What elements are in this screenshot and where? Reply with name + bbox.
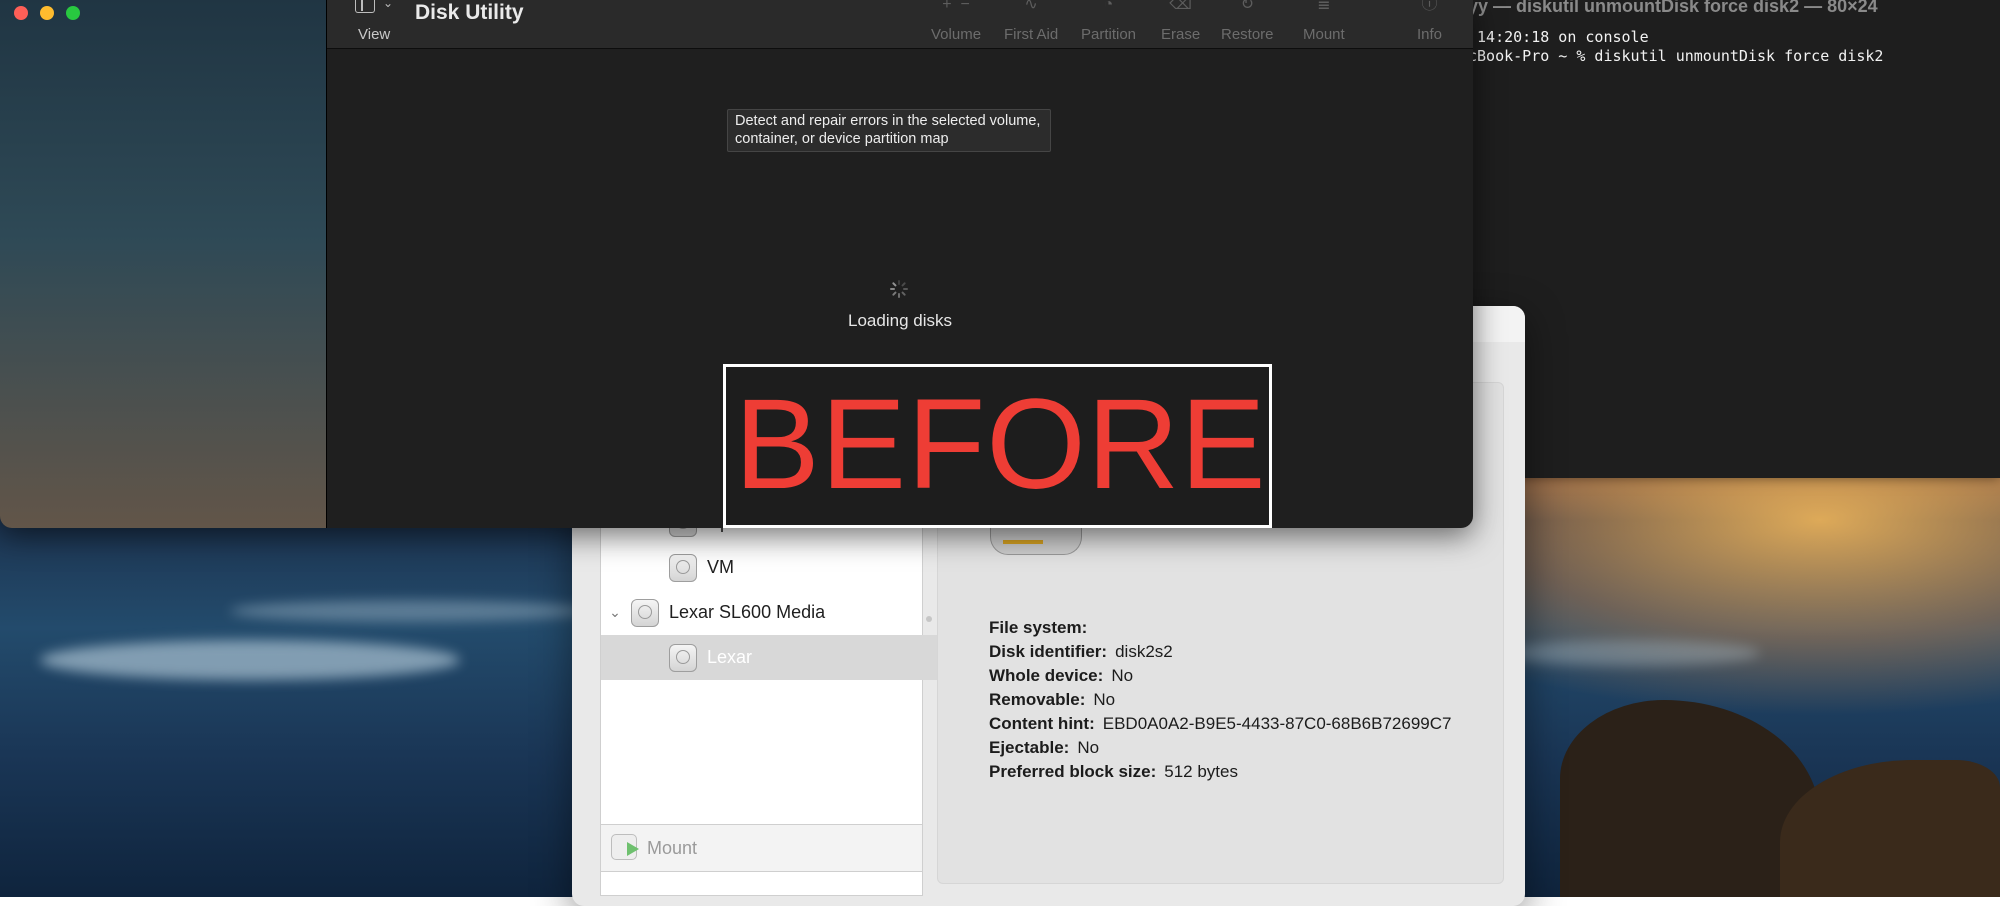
spinner-tick: [903, 288, 908, 290]
sidebar-item-label: VM: [707, 557, 734, 577]
rock-formation: [1780, 760, 2000, 897]
info-key: Ejectable:: [989, 738, 1070, 757]
info-key: File system:: [989, 618, 1088, 637]
mount-icon: [611, 834, 641, 862]
toolbar: ⌄ View Disk Utility + − Volume ∿ First A…: [327, 0, 1473, 49]
sidebar-item-label: Lexar SL600 Media: [669, 602, 826, 622]
before-label: BEFORE: [734, 373, 1267, 516]
pie-icon: ◔: [1103, 0, 1114, 13]
loading-spinner-icon: [890, 280, 908, 298]
split-view-handle[interactable]: [926, 616, 932, 622]
mount-label: Mount: [647, 837, 698, 858]
volume-icon: [631, 598, 659, 627]
info-row: Ejectable: No: [989, 738, 1099, 758]
before-overlay: BEFORE: [723, 364, 1272, 528]
stethoscope-icon: ∿: [1024, 0, 1038, 13]
spinner-tick: [891, 281, 897, 287]
sidebar-item[interactable]: Lexar: [601, 635, 964, 680]
mount-toolbar-button[interactable]: ≣ Mount: [1303, 0, 1345, 43]
info-value: 512 bytes: [1164, 762, 1238, 781]
eraser-icon: ⌫: [1169, 0, 1192, 13]
spinner-tick: [891, 291, 897, 297]
volume-icon: [669, 643, 697, 672]
info-button[interactable]: ⓘ Info: [1417, 0, 1442, 43]
info-value: No: [1077, 738, 1100, 757]
info-value: disk2s2: [1115, 642, 1173, 661]
first-aid-tooltip: Detect and repair errors in the selected…: [727, 109, 1051, 152]
toolbar-label: Info: [1417, 26, 1443, 43]
info-key: Disk identifier:: [989, 642, 1108, 661]
minimize-button[interactable]: [40, 6, 54, 20]
spinner-tick: [898, 280, 900, 285]
erase-button[interactable]: ⌫ Erase: [1161, 0, 1200, 43]
sidebar-item[interactable]: VM: [601, 545, 964, 590]
restore-button[interactable]: ↻ Restore: [1221, 0, 1274, 43]
chevron-down-icon: ⌄: [383, 0, 394, 10]
info-row: File system:: [989, 618, 1095, 638]
info-key: Preferred block size:: [989, 762, 1157, 781]
zoom-button[interactable]: [66, 6, 80, 20]
plus-minus-icon: + −: [942, 0, 970, 13]
volume-button[interactable]: + − Volume: [931, 0, 981, 43]
sidebar-item-label: Lexar: [707, 647, 753, 667]
info-value: No: [1093, 690, 1116, 709]
info-value: EBD0A0A2-B9E5-4433-87C0-68B6B72699C7: [1102, 714, 1452, 733]
info-row: Whole device: No: [989, 666, 1133, 686]
info-row: Preferred block size: 512 bytes: [989, 762, 1238, 782]
terminal-line: 14:20:18 on console: [1468, 28, 1649, 46]
disk-utility-window-front[interactable]: ⌄ View Disk Utility + − Volume ∿ First A…: [0, 0, 1473, 528]
terminal-line: cBook-Pro ~ % diskutil unmountDisk force…: [1468, 47, 1884, 65]
wave-foam: [230, 600, 590, 622]
app-title: Disk Utility: [415, 1, 524, 24]
close-button[interactable]: [14, 6, 28, 20]
info-row: Disk identifier: disk2s2: [989, 642, 1173, 662]
wave-foam: [1500, 640, 1760, 666]
sidebar-item[interactable]: ⌄ Lexar SL600 Media: [601, 590, 926, 635]
toolbar-label: First Aid: [1004, 26, 1059, 43]
wave-foam: [40, 640, 460, 680]
sidebar-divider: [326, 0, 327, 528]
volume-icon: [669, 553, 697, 582]
mount-button[interactable]: Mount: [600, 824, 923, 872]
toolbar-label: Restore: [1221, 26, 1274, 43]
chevron-down-icon[interactable]: ⌄: [605, 604, 625, 621]
sidebar-vibrant: [0, 0, 326, 528]
info-row: Content hint: EBD0A0A2-B9E5-4433-87C0-68B…: [989, 714, 1451, 734]
partition-button[interactable]: ◔ Partition: [1081, 0, 1136, 43]
info-key: Content hint:: [989, 714, 1095, 733]
terminal-title: yy — diskutil unmountDisk force disk2 — …: [1468, 0, 1878, 16]
eject-icon: ≣: [1317, 0, 1331, 13]
restore-icon: ↻: [1240, 0, 1254, 13]
spinner-tick: [890, 288, 895, 290]
info-icon: ⓘ: [1421, 0, 1438, 13]
toolbar-label: Mount: [1303, 26, 1345, 43]
view-label: View: [358, 26, 391, 43]
toolbar-label: Partition: [1081, 26, 1137, 43]
toolbar-label: Erase: [1161, 26, 1201, 43]
spinner-tick: [901, 281, 907, 287]
sidebar-toggle-icon: [355, 0, 375, 13]
first-aid-button[interactable]: ∿ First Aid: [1004, 0, 1058, 43]
spinner-tick: [898, 293, 900, 298]
spinner-tick: [901, 291, 907, 297]
info-value: No: [1111, 666, 1134, 685]
toolbar-label: Volume: [931, 26, 982, 43]
info-key: Removable:: [989, 690, 1086, 709]
info-row: Removable: No: [989, 690, 1115, 710]
loading-label: Loading disks: [848, 311, 952, 330]
info-key: Whole device:: [989, 666, 1104, 685]
